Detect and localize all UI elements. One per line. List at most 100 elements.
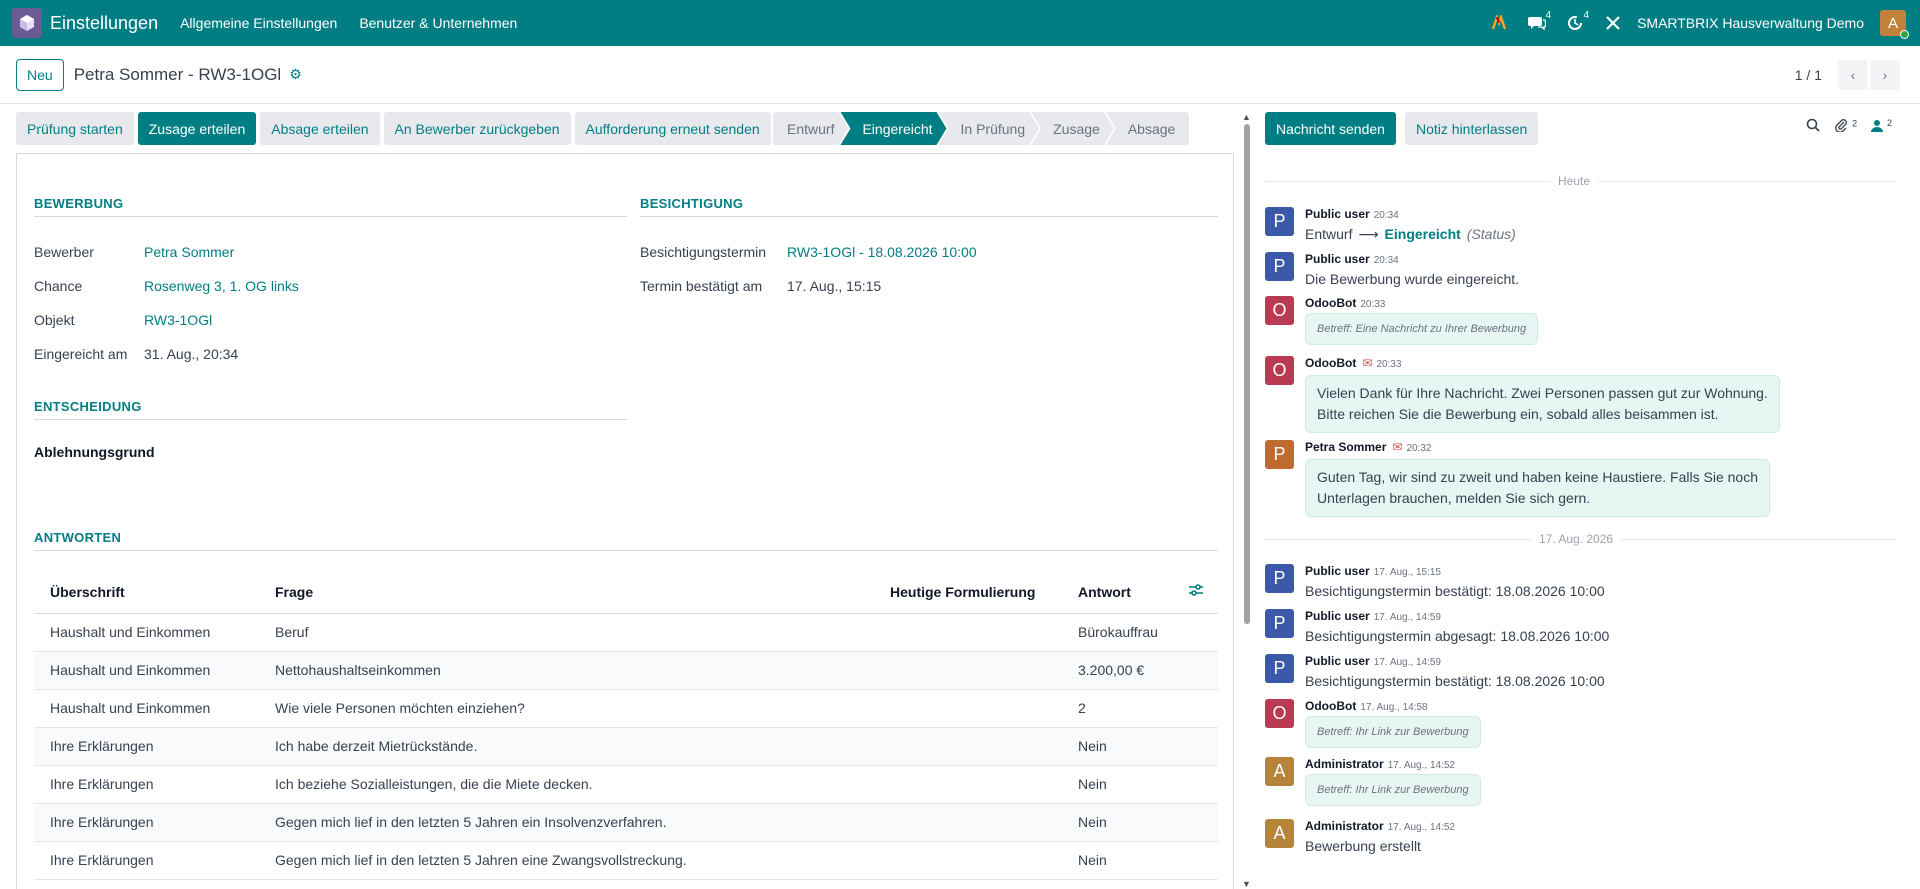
- message-header: Administrator 17. Aug., 14:52: [1305, 757, 1455, 771]
- resend-request-button[interactable]: Aufforderung erneut senden: [574, 112, 771, 145]
- cell-answer: Bürokauffrau: [1062, 613, 1172, 652]
- stage-rejected[interactable]: Absage: [1105, 112, 1190, 145]
- message-author[interactable]: Public user: [1305, 252, 1370, 266]
- stage-approved[interactable]: Zusage: [1031, 112, 1114, 145]
- col-answer[interactable]: Antwort: [1062, 571, 1172, 614]
- form-scrollbar[interactable]: ▲ ▼: [1242, 112, 1252, 889]
- col-heading[interactable]: Überschrift: [34, 571, 259, 614]
- message-author[interactable]: Administrator: [1305, 819, 1384, 833]
- message-author[interactable]: OdooBot: [1305, 699, 1356, 713]
- return-to-applicant-button[interactable]: An Bewerber zurückgeben: [383, 112, 571, 145]
- apps-menu-icon[interactable]: [12, 8, 42, 38]
- table-row[interactable]: Ihre Erklärungen Ich beziehe Sozialleist…: [34, 765, 1218, 804]
- message-time: 20:34: [1373, 255, 1399, 266]
- avatar[interactable]: P: [1265, 654, 1294, 683]
- message-author[interactable]: Public user: [1305, 564, 1370, 578]
- stage-in-review[interactable]: In Prüfung: [939, 112, 1040, 145]
- cell-heading: Ihre Erklärungen: [34, 841, 259, 880]
- cell-today-wording: [874, 727, 1062, 766]
- table-row[interactable]: Haushalt und Einkommen Beruf Bürokauffra…: [34, 613, 1218, 652]
- new-button[interactable]: Neu: [16, 58, 64, 91]
- followers-button[interactable]: 2: [1871, 118, 1892, 135]
- pager-value[interactable]: 1 / 1: [1795, 67, 1822, 83]
- attachments-count: 2: [1852, 118, 1858, 129]
- status-to: Eingereicht: [1384, 226, 1461, 242]
- pager-next-icon[interactable]: ›: [1870, 59, 1900, 90]
- cell-today-wording: [874, 613, 1062, 652]
- start-review-button[interactable]: Prüfung starten: [16, 112, 134, 145]
- menu-general-settings[interactable]: Allgemeine Einstellungen: [180, 15, 337, 31]
- chance-link[interactable]: Rosenweg 3, 1. OG links: [144, 278, 299, 294]
- reject-button[interactable]: Absage erteilen: [260, 112, 380, 145]
- message-header: Public user 17. Aug., 15:15: [1305, 564, 1441, 578]
- company-switcher[interactable]: SMARTBRIX Hausverwaltung Demo: [1637, 15, 1864, 31]
- message-body: Besichtigungstermin bestätigt: 18.08.202…: [1305, 583, 1605, 599]
- message-author[interactable]: Public user: [1305, 609, 1370, 623]
- app-brand[interactable]: Einstellungen: [50, 13, 158, 34]
- message: O OdooBot 20:33 Betreff: Eine Nachricht z…: [1265, 296, 1905, 345]
- user-avatar-letter: A: [1887, 14, 1898, 32]
- scrollbar-thumb[interactable]: [1244, 124, 1250, 624]
- avatar[interactable]: O: [1265, 699, 1294, 728]
- avatar[interactable]: P: [1265, 564, 1294, 593]
- cell-question: Nettohaushaltseinkommen: [259, 651, 874, 690]
- message-header: Public user 17. Aug., 14:59: [1305, 654, 1441, 668]
- form-sheet: BEWERBUNG BESICHTIGUNG Bewerber Petra So…: [16, 153, 1234, 889]
- message-time: 20:34: [1373, 210, 1399, 221]
- table-row[interactable]: Ihre Erklärungen Gegen mich lief in den …: [34, 803, 1218, 842]
- activities-icon[interactable]: 4: [1561, 0, 1589, 46]
- message-author[interactable]: Public user: [1305, 654, 1370, 668]
- scroll-down-icon[interactable]: ▼: [1242, 879, 1251, 889]
- message-author[interactable]: Public user: [1305, 207, 1370, 221]
- message: A Administrator 17. Aug., 14:52 Betreff: …: [1265, 757, 1905, 806]
- tools-icon[interactable]: [1599, 0, 1627, 46]
- avatar[interactable]: A: [1265, 757, 1294, 786]
- stage-draft[interactable]: Entwurf: [773, 112, 848, 145]
- message-header: Public user 20:34: [1305, 252, 1399, 266]
- table-row[interactable]: Ihre Erklärungen Gegen mich lief in den …: [34, 841, 1218, 880]
- cell-heading: Ihre Erklärungen: [34, 765, 259, 804]
- menu-users-companies[interactable]: Benutzer & Unternehmen: [359, 15, 517, 31]
- avatar[interactable]: A: [1265, 819, 1294, 848]
- messages-icon[interactable]: 4: [1523, 0, 1551, 46]
- message-time: 20:33: [1360, 299, 1386, 310]
- column-settings-icon[interactable]: [1172, 571, 1218, 614]
- table-row[interactable]: Ihre Erklärungen Ich habe derzeit Mietrü…: [34, 727, 1218, 766]
- attachments-button[interactable]: 2: [1834, 118, 1857, 135]
- stage-submitted[interactable]: Eingereicht: [840, 112, 946, 145]
- avatar[interactable]: P: [1265, 609, 1294, 638]
- search-icon[interactable]: [1806, 118, 1820, 135]
- pager: 1 / 1 ‹ ›: [1795, 59, 1900, 90]
- section-viewing: BESICHTIGUNG: [640, 196, 1218, 217]
- gear-icon[interactable]: ⚙: [289, 66, 302, 83]
- table-row[interactable]: Haushalt und Einkommen Wie viele Persone…: [34, 689, 1218, 728]
- log-note-button[interactable]: Notiz hinterlassen: [1405, 112, 1539, 145]
- message-author[interactable]: OdooBot: [1305, 296, 1356, 310]
- col-today-wording[interactable]: Heutige Formulierung: [874, 571, 1062, 614]
- object-link[interactable]: RW3-1OGl: [144, 312, 212, 328]
- message-header: OdooBot ✉ 20:33: [1305, 356, 1401, 370]
- message-author[interactable]: Petra Sommer: [1305, 440, 1386, 454]
- confirmed-label: Termin bestätigt am: [640, 278, 763, 294]
- table-row[interactable]: Haushalt und Einkommen Nettohaushaltsein…: [34, 651, 1218, 690]
- message-time: 17. Aug., 14:52: [1387, 760, 1455, 771]
- avatar[interactable]: P: [1265, 207, 1294, 236]
- avatar[interactable]: O: [1265, 356, 1294, 385]
- debug-icon[interactable]: [1485, 0, 1513, 46]
- message-author[interactable]: Administrator: [1305, 757, 1384, 771]
- avatar[interactable]: P: [1265, 440, 1294, 469]
- message-author[interactable]: OdooBot: [1305, 356, 1356, 370]
- applicant-link[interactable]: Petra Sommer: [144, 244, 234, 260]
- approve-button[interactable]: Zusage erteilen: [137, 112, 257, 145]
- status-from: Entwurf: [1305, 226, 1353, 242]
- send-message-button[interactable]: Nachricht senden: [1265, 112, 1396, 145]
- avatar[interactable]: P: [1265, 252, 1294, 281]
- pager-previous-icon[interactable]: ‹: [1838, 59, 1868, 90]
- avatar[interactable]: O: [1265, 296, 1294, 325]
- chance-label: Chance: [34, 278, 83, 294]
- scroll-up-icon[interactable]: ▲: [1242, 112, 1251, 122]
- user-avatar[interactable]: A: [1880, 10, 1909, 39]
- viewing-link[interactable]: RW3-1OGl - 18.08.2026 10:00: [787, 244, 977, 260]
- message-header: OdooBot 20:33: [1305, 296, 1385, 310]
- col-question[interactable]: Frage: [259, 571, 874, 614]
